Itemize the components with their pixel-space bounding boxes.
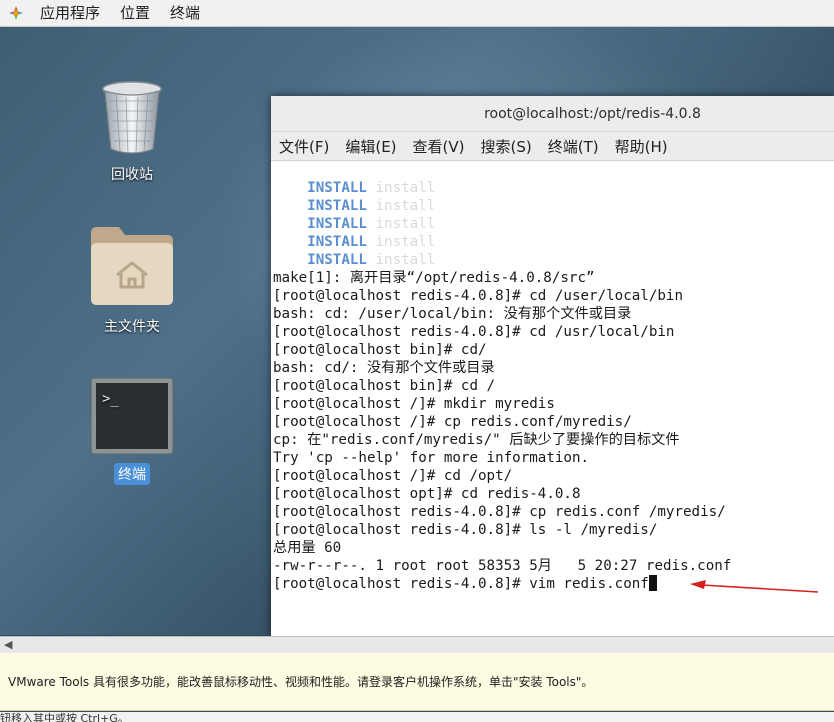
menu-search[interactable]: 搜索(S) xyxy=(473,136,540,157)
terminal-line: [root@localhost opt]# cd redis-4.0.8 xyxy=(273,486,581,502)
applications-logo-icon[interactable] xyxy=(8,5,24,21)
scroll-left-icon[interactable]: ◀ xyxy=(4,637,12,653)
terminal-line: make[1]: 离开目录“/opt/redis-4.0.8/src” xyxy=(273,270,595,286)
terminal-line: 总用量 60 xyxy=(273,540,342,556)
desktop-icon-home-folder[interactable]: 主文件夹 xyxy=(77,223,187,337)
terminal-line: INSTALL install xyxy=(307,252,436,268)
menu-file[interactable]: 文件(F) xyxy=(271,136,337,157)
desktop-icon-trash[interactable]: 回收站 xyxy=(77,79,187,185)
horizontal-scrollbar[interactable]: ◀ xyxy=(0,636,834,654)
terminal-line: [root@localhost /]# mkdir myredis xyxy=(273,396,555,412)
current-command: [root@localhost redis-4.0.8]# vim redis.… xyxy=(273,576,649,592)
terminal-line: INSTALL install xyxy=(307,180,436,196)
trash-icon xyxy=(102,81,162,154)
terminal-line: [root@localhost /]# cp redis.conf/myredi… xyxy=(273,414,632,430)
terminal-line: [root@localhost redis-4.0.8]# cp redis.c… xyxy=(273,504,726,520)
svg-text:>_: >_ xyxy=(102,391,119,407)
menu-terminal[interactable]: 终端(T) xyxy=(540,136,607,157)
top-panel: 应用程序 位置 终端 xyxy=(0,0,834,27)
menu-places[interactable]: 位置 xyxy=(110,0,160,26)
vmware-notice-text: VMware Tools 具有很多功能，能改善鼠标移动性、视频和性能。请登录客户… xyxy=(8,675,594,689)
terminal-line: -rw-r--r--. 1 root root 58353 5月 5 20:27… xyxy=(273,558,732,574)
vmware-tools-notice: VMware Tools 具有很多功能，能改善鼠标移动性、视频和性能。请登录客户… xyxy=(0,653,834,711)
menu-applications[interactable]: 应用程序 xyxy=(30,0,110,26)
terminal-line: INSTALL install xyxy=(307,216,436,232)
menu-terminal[interactable]: 终端 xyxy=(160,0,210,26)
status-text: 钮移入其中或按 Ctrl+G。 xyxy=(0,712,129,722)
window-title: root@localhost:/opt/redis-4.0.8 xyxy=(484,105,701,122)
terminal-cursor xyxy=(648,575,657,591)
desktop-icon-terminal[interactable]: >_ 终端 xyxy=(77,377,187,485)
terminal-line: Try 'cp --help' for more information. xyxy=(273,450,590,466)
desktop-icon-label: 回收站 xyxy=(111,167,153,183)
status-line: 钮移入其中或按 Ctrl+G。 xyxy=(0,712,834,722)
window-titlebar[interactable]: root@localhost:/opt/redis-4.0.8 xyxy=(271,96,834,132)
terminal-line: [root@localhost redis-4.0.8]# ls -l /myr… xyxy=(273,522,658,538)
terminal-line: [root@localhost bin]# cd / xyxy=(273,378,496,394)
menu-help[interactable]: 帮助(H) xyxy=(607,136,676,157)
desktop-icon-label: 终端 xyxy=(114,463,150,485)
terminal-line: [root@localhost redis-4.0.8]# cd /user/l… xyxy=(273,288,683,304)
terminal-output[interactable]: INSTALL install INSTALL install INSTALL … xyxy=(273,179,832,629)
terminal-icon: >_ xyxy=(90,377,174,455)
terminal-line: [root@localhost bin]# cd/ xyxy=(273,342,487,358)
home-folder-icon xyxy=(91,227,173,305)
terminal-line: bash: cd/: 没有那个文件或目录 xyxy=(273,360,495,376)
desktop-icon-label: 主文件夹 xyxy=(104,319,160,335)
terminal-line: cp: 在"redis.conf/myredis/" 后缺少了要操作的目标文件 xyxy=(273,432,680,448)
terminal-menubar: 文件(F) 编辑(E) 查看(V) 搜索(S) 终端(T) 帮助(H) xyxy=(271,132,834,161)
terminal-line: [root@localhost redis-4.0.8]# cd /usr/lo… xyxy=(273,324,675,340)
terminal-window[interactable]: root@localhost:/opt/redis-4.0.8 文件(F) 编辑… xyxy=(271,96,834,636)
terminal-line: [root@localhost /]# cd /opt/ xyxy=(273,468,513,484)
menu-edit[interactable]: 编辑(E) xyxy=(337,136,404,157)
terminal-line: INSTALL install xyxy=(307,234,436,250)
annotation-arrow-icon xyxy=(690,580,819,593)
terminal-line: INSTALL install xyxy=(307,198,436,214)
terminal-line: bash: cd: /user/local/bin: 没有那个文件或目录 xyxy=(273,306,632,322)
menu-view[interactable]: 查看(V) xyxy=(405,136,473,157)
